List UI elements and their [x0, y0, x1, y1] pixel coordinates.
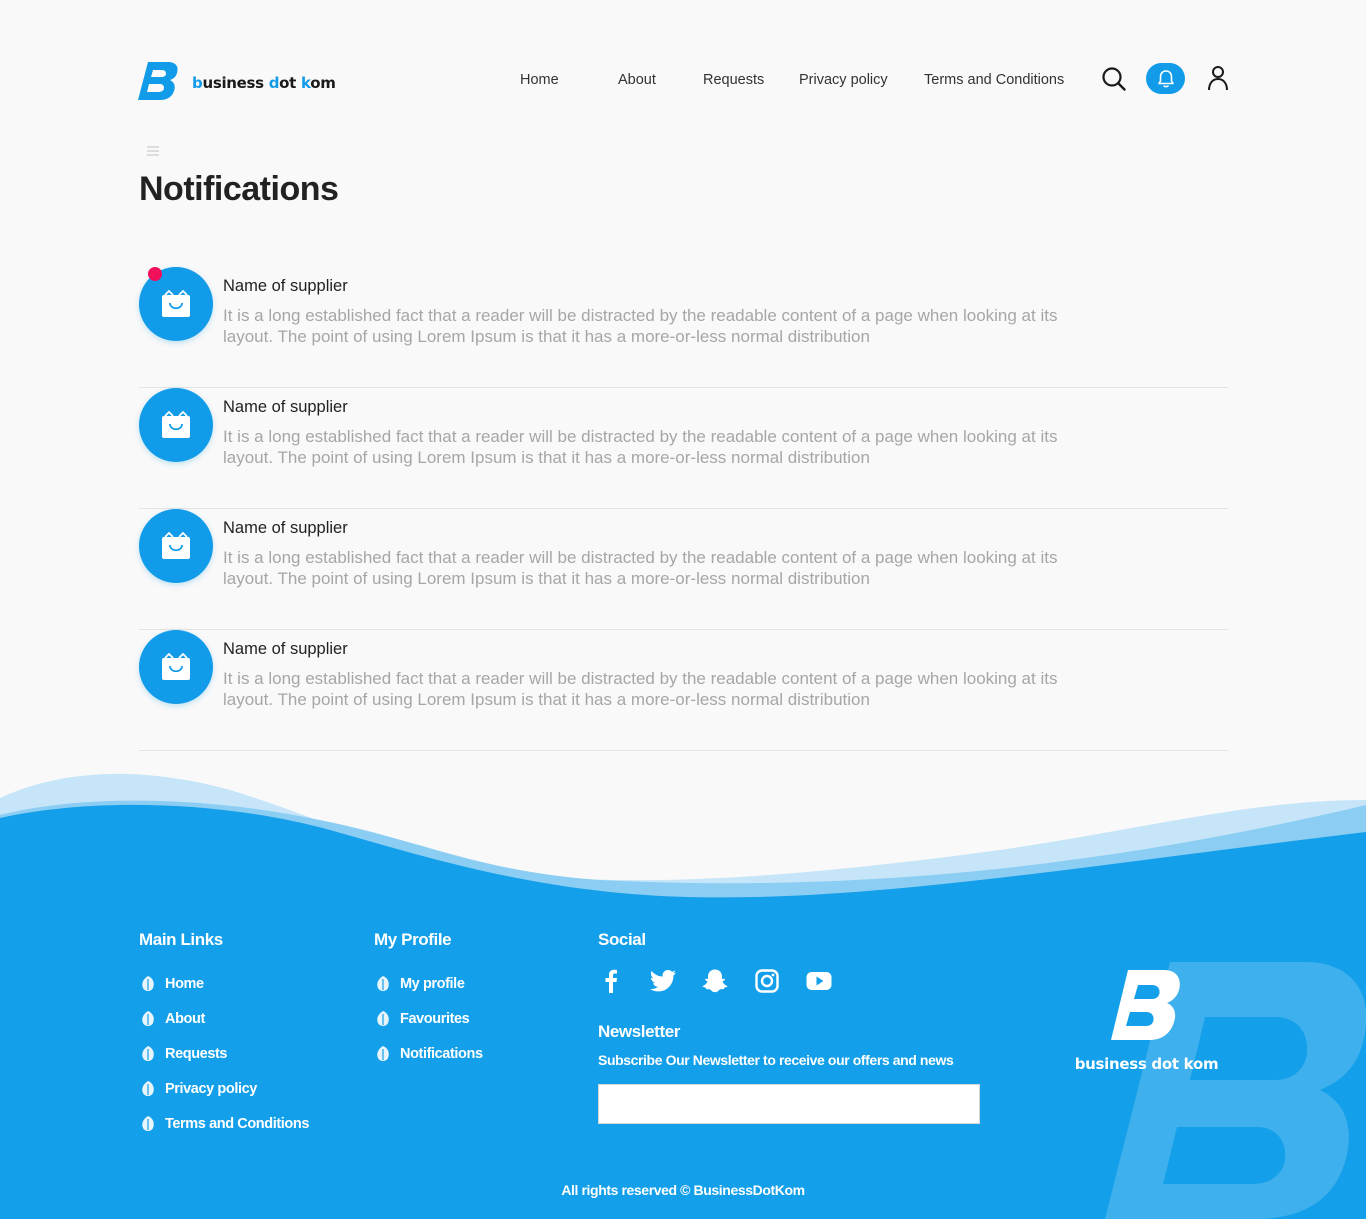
header: business dot kom Home About Requests Pri… — [138, 58, 1228, 104]
footer-link-privacy-policy[interactable]: Privacy policy — [139, 1081, 309, 1116]
nav-terms[interactable]: Terms and Conditions — [924, 72, 1064, 88]
newsletter-email-input[interactable] — [598, 1084, 980, 1124]
footer-link-favourites[interactable]: Favourites — [374, 1011, 483, 1046]
unread-indicator — [148, 267, 162, 281]
shopping-bag-icon — [162, 653, 190, 680]
page-title: Notifications — [139, 170, 339, 208]
footer-link-my-profile[interactable]: My profile — [374, 976, 483, 1011]
supplier-avatar — [139, 630, 213, 704]
logo[interactable]: business dot kom — [138, 60, 336, 102]
footer-link-terms[interactable]: Terms and Conditions — [139, 1116, 309, 1151]
social-column: Social Newsletter Subscribe Our Newslett… — [598, 930, 980, 1124]
footer-link-requests[interactable]: Requests — [139, 1046, 309, 1081]
notification-item[interactable]: Name of supplier It is a long establishe… — [139, 509, 1228, 630]
leaf-bullet-icon — [142, 976, 154, 991]
leaf-bullet-icon — [377, 1046, 389, 1061]
footer-link-about[interactable]: About — [139, 1011, 309, 1046]
footer-logo-text: business dot kom — [1074, 1055, 1219, 1073]
footer-link-home[interactable]: Home — [139, 976, 309, 1011]
search-icon[interactable] — [1101, 66, 1127, 92]
notification-message: It is a long established fact that a rea… — [223, 306, 1058, 346]
my-profile-column: My Profile My profile Favourites Notific… — [374, 930, 483, 1081]
notifications-list: Name of supplier It is a long establishe… — [139, 267, 1228, 751]
leaf-bullet-icon — [377, 976, 389, 991]
youtube-icon[interactable] — [806, 968, 832, 994]
main-links-title: Main Links — [139, 930, 223, 949]
nav-requests[interactable]: Requests — [703, 72, 764, 88]
social-icons — [598, 968, 980, 994]
supplier-name: Name of supplier — [223, 398, 348, 416]
notification-message: It is a long established fact that a rea… — [223, 548, 1058, 588]
social-title: Social — [598, 930, 646, 949]
supplier-avatar — [139, 388, 213, 462]
notification-item[interactable]: Name of supplier It is a long establishe… — [139, 630, 1228, 751]
leaf-bullet-icon — [377, 1011, 389, 1026]
logo-b-icon — [138, 62, 178, 100]
footer-link-notifications[interactable]: Notifications — [374, 1046, 483, 1081]
logo-b-icon — [1110, 970, 1180, 1040]
newsletter-subtitle: Subscribe Our Newsletter to receive our … — [598, 1052, 954, 1068]
snapchat-icon[interactable] — [702, 968, 728, 994]
leaf-bullet-icon — [142, 1116, 154, 1131]
twitter-icon[interactable] — [650, 968, 676, 994]
notification-message: It is a long established fact that a rea… — [223, 669, 1058, 709]
shopping-bag-icon — [162, 411, 190, 438]
copyright: All rights reserved © BusinessDotKom — [561, 1182, 805, 1198]
my-profile-title: My Profile — [374, 930, 452, 949]
footer-logo[interactable]: business dot kom — [1074, 968, 1219, 1073]
user-icon[interactable] — [1206, 65, 1230, 91]
footer: Main Links Home About Requests Privacy p… — [0, 900, 1366, 1219]
newsletter-title: Newsletter — [598, 1022, 680, 1041]
notification-item[interactable]: Name of supplier It is a long establishe… — [139, 267, 1228, 388]
shopping-bag-icon — [162, 290, 190, 317]
logo-text: business dot kom — [192, 74, 336, 92]
shopping-bag-icon — [162, 532, 190, 559]
leaf-bullet-icon — [142, 1046, 154, 1061]
supplier-name: Name of supplier — [223, 277, 348, 295]
leaf-bullet-icon — [142, 1081, 154, 1096]
notifications-button[interactable] — [1146, 63, 1185, 94]
bell-icon — [1157, 69, 1174, 87]
instagram-icon[interactable] — [754, 968, 780, 994]
leaf-bullet-icon — [142, 1011, 154, 1026]
notification-item[interactable]: Name of supplier It is a long establishe… — [139, 388, 1228, 509]
nav-home[interactable]: Home — [520, 72, 559, 88]
nav-about[interactable]: About — [618, 72, 656, 88]
menu-icon[interactable] — [146, 145, 160, 157]
notification-message: It is a long established fact that a rea… — [223, 427, 1058, 467]
supplier-name: Name of supplier — [223, 640, 348, 658]
main-links-column: Main Links Home About Requests Privacy p… — [139, 930, 309, 1151]
supplier-name: Name of supplier — [223, 519, 348, 537]
nav-privacy-policy[interactable]: Privacy policy — [799, 72, 888, 88]
facebook-icon[interactable] — [598, 968, 624, 994]
supplier-avatar — [139, 509, 213, 583]
